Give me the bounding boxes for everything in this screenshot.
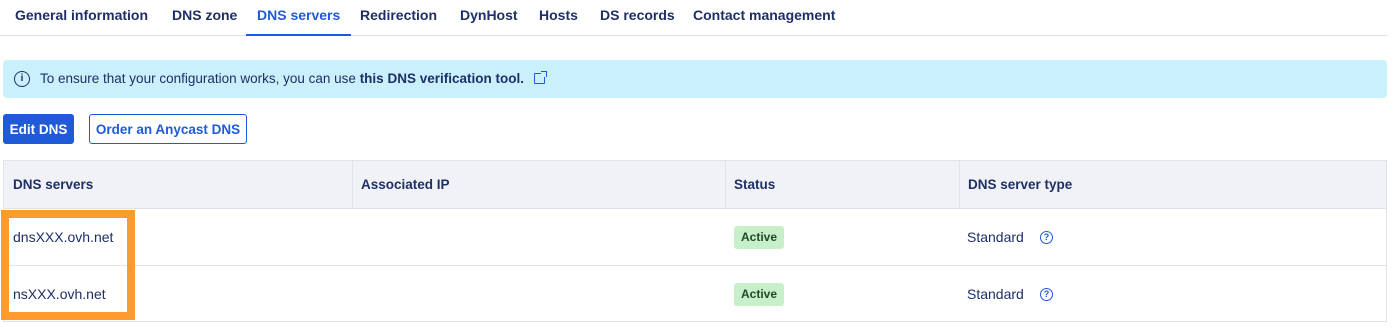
status-badge: Active [734, 226, 785, 249]
help-icon[interactable]: ? [1040, 231, 1053, 244]
dns-server-type: Standard [967, 286, 1024, 302]
tab-ds-records[interactable]: DS records [600, 0, 675, 36]
column-header-dns-servers: DNS servers [13, 177, 94, 192]
dns-verification-tool-link[interactable]: this DNS verification tool. [360, 71, 524, 86]
table-row: dnsXXX.ovh.net Active Standard ? [4, 209, 1386, 266]
banner-message: To ensure that your configuration works,… [40, 71, 360, 86]
banner-text: To ensure that your configuration works,… [40, 71, 547, 86]
column-header-dns-server-type: DNS server type [968, 177, 1073, 192]
tab-dns-servers[interactable]: DNS servers [246, 0, 352, 36]
external-link-icon[interactable] [533, 71, 547, 84]
column-header-associated-ip: Associated IP [361, 177, 450, 192]
tab-dns-zone[interactable]: DNS zone [172, 0, 237, 36]
tab-redirection[interactable]: Redirection [360, 0, 437, 36]
tab-general-information[interactable]: General information [15, 0, 148, 36]
status-badge: Active [734, 283, 785, 306]
tab-bar: General information DNS zone DNS servers… [0, 0, 1388, 36]
dns-server-name: dnsXXX.ovh.net [13, 229, 114, 245]
order-anycast-dns-button[interactable]: Order an Anycast DNS [89, 114, 247, 144]
table-header: DNS servers Associated IP Status DNS ser… [4, 161, 1386, 209]
column-header-status: Status [734, 177, 776, 192]
tab-hosts[interactable]: Hosts [539, 0, 578, 36]
tab-dynhost[interactable]: DynHost [460, 0, 518, 36]
edit-dns-button[interactable]: Edit DNS [3, 114, 74, 144]
tab-contact-management[interactable]: Contact management [693, 0, 835, 36]
dns-server-type: Standard [967, 229, 1024, 245]
help-icon[interactable]: ? [1040, 288, 1053, 301]
info-icon: i [14, 71, 30, 87]
table-row: nsXXX.ovh.net Active Standard ? [4, 266, 1386, 323]
dns-servers-table: DNS servers Associated IP Status DNS ser… [3, 160, 1387, 322]
dns-server-name: nsXXX.ovh.net [13, 286, 106, 302]
info-banner: i To ensure that your configuration work… [3, 60, 1387, 98]
